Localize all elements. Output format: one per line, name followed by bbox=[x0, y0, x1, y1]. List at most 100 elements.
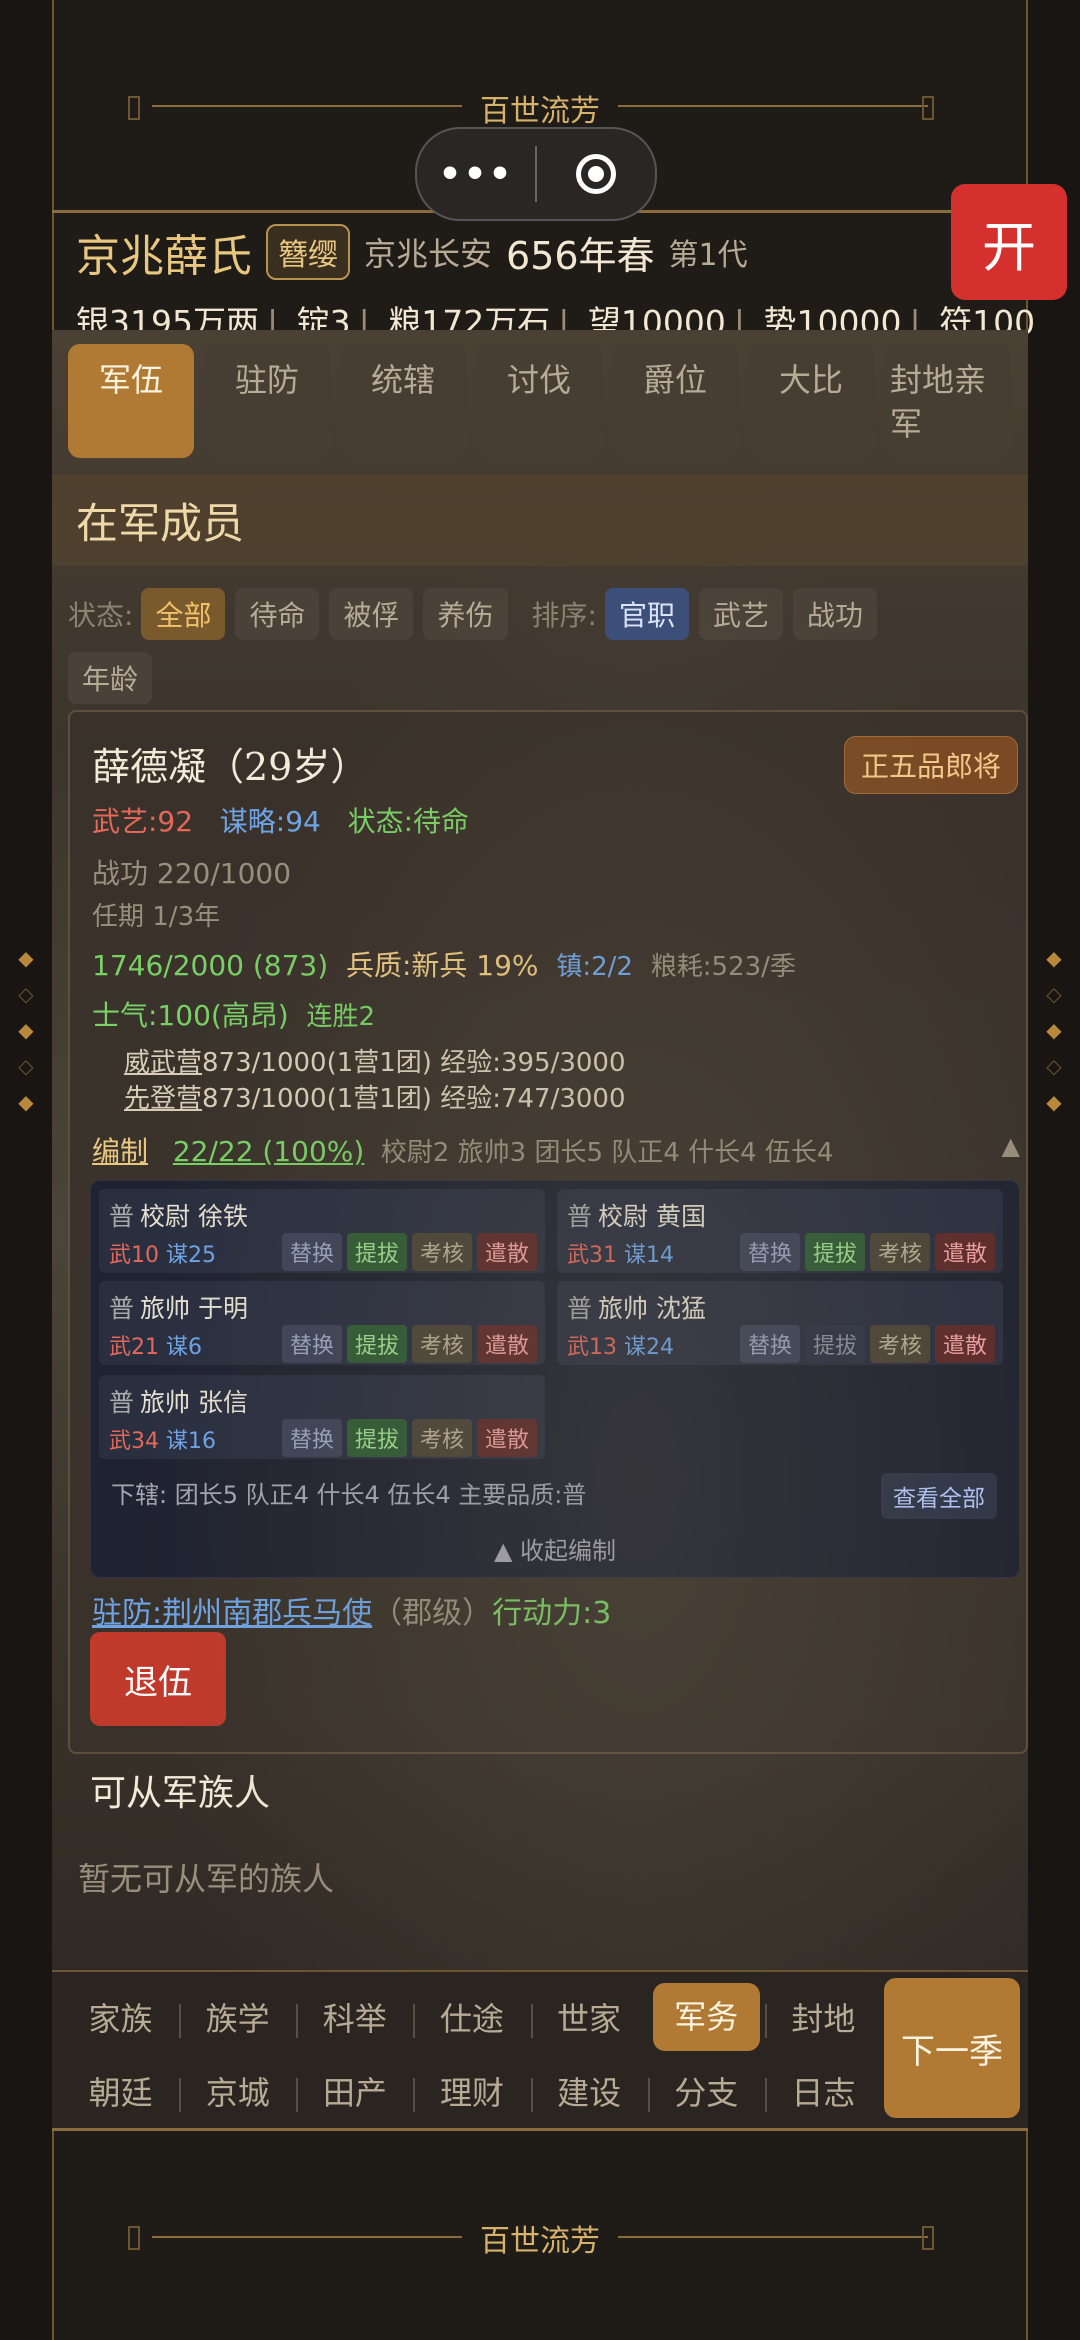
next-season-button[interactable]: 下一季 bbox=[884, 1978, 1020, 2118]
assess-button[interactable]: 考核 bbox=[869, 1233, 930, 1271]
nav-finance[interactable]: 理财 bbox=[413, 2068, 530, 2114]
sort-martial[interactable]: 武艺 bbox=[698, 588, 783, 640]
promote-button[interactable]: 提拔 bbox=[346, 1419, 407, 1457]
tab-campaign[interactable]: 讨伐 bbox=[476, 344, 602, 458]
officer-tier: 普 bbox=[109, 1388, 135, 1417]
officer-card: 普旅帅 于明 武21 谋6 替换 提拔 考核 遣散 bbox=[99, 1281, 545, 1365]
nav-construction[interactable]: 建设 bbox=[530, 2068, 648, 2114]
officer-martial: 武13 bbox=[567, 1335, 617, 1360]
officer-title: 旅帅 bbox=[598, 1294, 649, 1323]
promote-button[interactable]: 提拔 bbox=[804, 1233, 865, 1271]
organization-detail: 校尉2 旅帅3 团长5 队正4 什长4 伍长4 bbox=[380, 1138, 834, 1168]
banner-tick-right bbox=[922, 2226, 934, 2250]
collapse-toggle-icon[interactable]: ▲ bbox=[1002, 1132, 1020, 1160]
nav-career[interactable]: 仕途 bbox=[413, 1994, 530, 2040]
military-panel: 军伍 驻防 统辖 讨伐 爵位 大比 封地亲军 在军成员 状态: 全部 待命 被俘… bbox=[52, 330, 1028, 1970]
nav-noble-houses[interactable]: 世家 bbox=[530, 1994, 648, 2040]
tab-nobility[interactable]: 爵位 bbox=[612, 344, 738, 458]
filter-standby[interactable]: 待命 bbox=[235, 588, 320, 640]
military-tabs: 军伍 驻防 统辖 讨伐 爵位 大比 封地亲军 bbox=[68, 344, 1012, 458]
retire-button[interactable]: 退伍 bbox=[90, 1632, 226, 1726]
unit-row: 威武营873/1000(1营1团) 经验:395/3000 bbox=[124, 1042, 626, 1079]
sort-merit[interactable]: 战功 bbox=[792, 588, 877, 640]
assess-button[interactable]: 考核 bbox=[869, 1325, 930, 1363]
promote-button[interactable]: 提拔 bbox=[346, 1233, 407, 1271]
sort-rank[interactable]: 官职 bbox=[604, 588, 689, 640]
miniapp-capsule: ••• bbox=[415, 127, 657, 221]
tab-fief-guard[interactable]: 封地亲军 bbox=[884, 344, 1010, 458]
family-place: 京兆长安 bbox=[364, 235, 493, 273]
officer-name: 于明 bbox=[197, 1294, 248, 1323]
banner-title: 百世流芳 bbox=[480, 2224, 600, 2259]
nav-family[interactable]: 家族 bbox=[62, 1994, 179, 2040]
rank-badge: 正五品郎将 bbox=[843, 736, 1018, 794]
garrison-link[interactable]: 驻防:荆州南郡兵马使 bbox=[92, 1596, 372, 1631]
nav-exam[interactable]: 科举 bbox=[296, 1994, 413, 2040]
officer-card: 普校尉 徐铁 武10 谋25 替换 提拔 考核 遣散 bbox=[99, 1189, 545, 1273]
right-frame: ◆ ◇ ◆ ◇ ◆ bbox=[1026, 0, 1080, 2340]
unit-link[interactable]: 威武营 bbox=[124, 1048, 202, 1078]
troop-stats: 1746/2000 (873) 兵质:新兵 19% 镇:2/2 粮耗:523/季 bbox=[92, 944, 796, 984]
banner-tick-right bbox=[922, 96, 934, 120]
swap-button[interactable]: 替换 bbox=[281, 1325, 342, 1363]
collapse-organization-button[interactable]: ▲ 收起编制 bbox=[91, 1531, 1019, 1566]
promote-button[interactable]: 提拔 bbox=[804, 1325, 865, 1363]
tab-army[interactable]: 军伍 bbox=[68, 344, 194, 458]
nav-fief[interactable]: 封地 bbox=[764, 1994, 882, 2040]
officer-tier: 普 bbox=[109, 1294, 135, 1323]
generation: 第1代 bbox=[668, 238, 748, 273]
nav-farmland[interactable]: 田产 bbox=[296, 2068, 413, 2114]
dismiss-button[interactable]: 遣散 bbox=[476, 1233, 537, 1271]
filter-injured[interactable]: 养伤 bbox=[423, 588, 508, 640]
filter-all[interactable]: 全部 bbox=[141, 588, 226, 640]
unit-info: 873/1000(1营1团) 经验:395/3000 bbox=[202, 1048, 626, 1078]
assess-button[interactable]: 考核 bbox=[411, 1325, 472, 1363]
nav-capital[interactable]: 京城 bbox=[179, 2068, 296, 2114]
status-filter-label: 状态: bbox=[68, 599, 134, 632]
bottom-nav: 家族 族学 科举 仕途 世家 军务 封地 朝廷 京城 田产 理财 建设 分支 日… bbox=[52, 1970, 1028, 2131]
nav-log[interactable]: 日志 bbox=[764, 2068, 882, 2114]
dismiss-button[interactable]: 遣散 bbox=[476, 1325, 537, 1363]
tab-command[interactable]: 统辖 bbox=[340, 344, 466, 458]
close-miniapp-icon[interactable] bbox=[537, 154, 655, 194]
nav-branches[interactable]: 分支 bbox=[647, 2068, 765, 2114]
assess-button[interactable]: 考核 bbox=[411, 1233, 472, 1271]
assess-button[interactable]: 考核 bbox=[411, 1419, 472, 1457]
nav-court[interactable]: 朝廷 bbox=[62, 2068, 179, 2114]
officer-title: 校尉 bbox=[140, 1202, 191, 1231]
view-all-button[interactable]: 查看全部 bbox=[881, 1473, 997, 1519]
nav-military[interactable]: 军务 bbox=[652, 1983, 760, 2051]
officer-name: 张信 bbox=[197, 1388, 248, 1417]
swap-button[interactable]: 替换 bbox=[739, 1233, 800, 1271]
nav-clan-school[interactable]: 族学 bbox=[179, 1994, 296, 2040]
organization-label[interactable]: 编制 bbox=[92, 1135, 148, 1168]
officer-martial: 武10 bbox=[109, 1243, 159, 1268]
member-attributes: 武艺:92 谋略:94 状态:待命 bbox=[92, 800, 469, 840]
unit-row: 先登营873/1000(1营1团) 经验:747/3000 bbox=[124, 1078, 626, 1115]
swap-button[interactable]: 替换 bbox=[281, 1419, 342, 1457]
dismiss-button[interactable]: 遣散 bbox=[934, 1325, 995, 1363]
member-name: 薛德凝（29岁） bbox=[92, 745, 369, 789]
troop-count: 1746/2000 (873) bbox=[92, 949, 329, 982]
left-ornament: ◆ ◇ ◆ ◇ ◆ bbox=[18, 946, 34, 1114]
nav-row: 家族 族学 科举 仕途 世家 军务 封地 bbox=[62, 1980, 882, 2054]
action-points: 行动力:3 bbox=[492, 1596, 612, 1631]
family-header: 京兆薛氏 簪缨 京兆长安 656年春 第1代 bbox=[76, 220, 748, 284]
officer-title: 旅帅 bbox=[140, 1388, 191, 1417]
tab-garrison[interactable]: 驻防 bbox=[204, 344, 330, 458]
swap-button[interactable]: 替换 bbox=[281, 1233, 342, 1271]
unit-link[interactable]: 先登营 bbox=[124, 1084, 202, 1114]
dismiss-button[interactable]: 遣散 bbox=[476, 1419, 537, 1457]
officer-strategy: 谋24 bbox=[624, 1335, 674, 1360]
filter-captured[interactable]: 被俘 bbox=[329, 588, 414, 640]
game-year: 656年春 bbox=[506, 233, 655, 278]
dismiss-button[interactable]: 遣散 bbox=[934, 1233, 995, 1271]
organization-value[interactable]: 22/22 (100%) bbox=[173, 1135, 365, 1168]
sort-age[interactable]: 年龄 bbox=[68, 652, 153, 704]
tab-tournament[interactable]: 大比 bbox=[748, 344, 874, 458]
officer-title: 旅帅 bbox=[140, 1294, 191, 1323]
swap-button[interactable]: 替换 bbox=[739, 1325, 800, 1363]
promote-button[interactable]: 提拔 bbox=[346, 1325, 407, 1363]
open-button[interactable]: 开 bbox=[951, 184, 1067, 300]
more-icon[interactable]: ••• bbox=[417, 154, 535, 195]
